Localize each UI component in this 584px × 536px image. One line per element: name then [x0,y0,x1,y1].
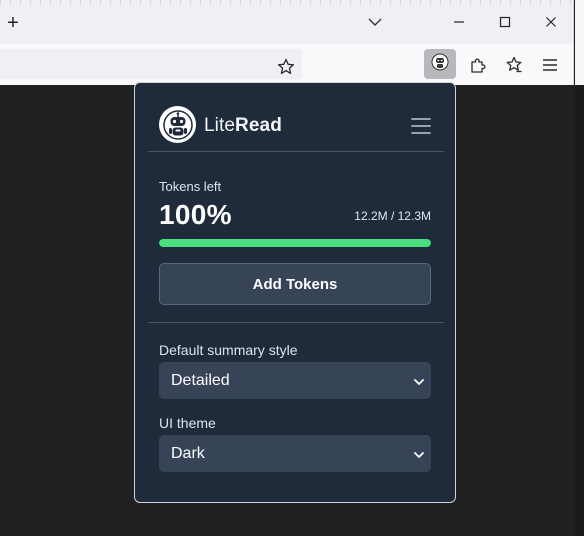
robot-icon [159,106,196,143]
extension-button-literead[interactable] [424,49,456,79]
summary-style-value: Detailed [171,372,230,389]
tokens-percent: 100% [159,199,232,230]
chevron-down-icon[interactable] [366,14,384,30]
hamburger-menu-icon[interactable] [410,116,432,136]
add-tokens-button[interactable]: Add Tokens [159,263,431,305]
browser-titlebar: + [0,0,574,44]
ruler-strip [0,0,573,4]
brand-name: LiteRead [204,115,282,136]
screen: + LiteRead Tokens left 100% 12.2M / 12.3… [0,0,584,536]
star-icon[interactable] [276,57,296,77]
ui-theme-label: UI theme [159,415,216,431]
tokens-left-label: Tokens left [159,179,222,194]
window-edge-lower [575,85,584,536]
divider [148,322,444,323]
popup-header: LiteRead [135,83,455,151]
tokens-count: 12.2M / 12.3M [354,209,431,223]
literead-popup: LiteRead Tokens left 100% 12.2M / 12.3M … [134,82,456,503]
summary-style-select[interactable]: Detailed [159,362,431,399]
tokens-progress-bar [159,239,431,247]
new-tab-button[interactable]: + [2,13,24,33]
chevron-down-icon [413,375,425,387]
minimize-icon[interactable] [444,10,474,34]
close-icon[interactable] [536,10,566,34]
summary-style-label: Default summary style [159,342,298,358]
puzzle-piece-icon[interactable] [467,54,489,76]
ui-theme-select[interactable]: Dark [159,435,431,472]
star-list-icon[interactable] [503,54,525,76]
browser-toolbar [0,44,574,85]
robot-icon [431,53,449,76]
chevron-down-icon [413,448,425,460]
hamburger-menu-icon[interactable] [539,54,561,76]
maximize-icon[interactable] [490,10,520,34]
ui-theme-value: Dark [171,445,205,462]
url-bar[interactable] [0,49,302,79]
divider [148,151,444,152]
tokens-progress-fill [159,239,431,247]
